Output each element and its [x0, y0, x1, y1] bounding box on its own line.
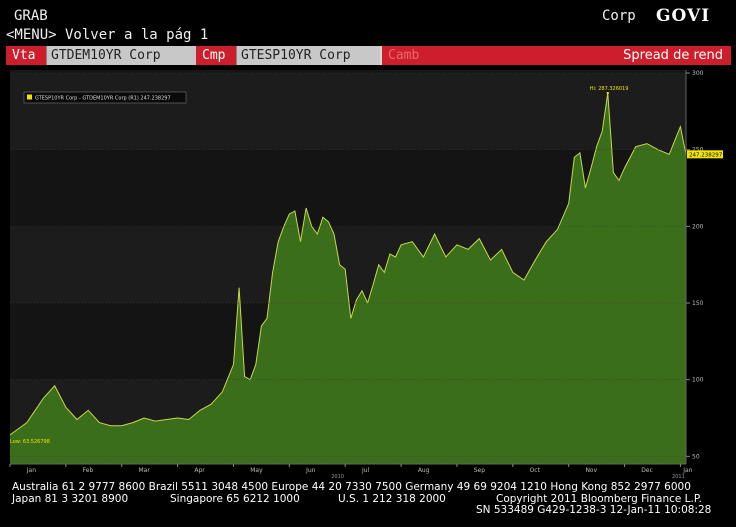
x-tick-label: Jan	[26, 467, 36, 474]
vta-security-field[interactable]: GTDEM10YR Corp	[46, 46, 196, 65]
footer-line-1: Australia 61 2 9777 8600 Brazil 5511 304…	[12, 481, 691, 493]
function-code: GOVI	[656, 6, 711, 26]
footer-contacts: Australia 61 2 9777 8600 Brazil 5511 304…	[0, 481, 736, 527]
x-tick-label: Jan	[682, 467, 692, 474]
cmp-button[interactable]: Cmp	[196, 46, 236, 65]
x-tick-label: Feb	[83, 467, 94, 474]
x-tick-label: Nov	[585, 467, 597, 474]
x-tick-label: Mar	[138, 467, 150, 474]
y-tick-label: 300	[692, 70, 704, 77]
plot-band	[10, 73, 686, 150]
x-tick-label: Aug	[418, 467, 430, 474]
footer-us: U.S. 1 212 318 2000	[338, 493, 446, 505]
y-tick-label: 200	[692, 223, 704, 230]
hi-marker	[606, 91, 609, 94]
legend-swatch	[27, 94, 32, 100]
footer-singapore: Singapore 65 6212 1000	[170, 493, 300, 505]
y-tick-label: 100	[692, 377, 704, 384]
market-sector-label: Corp	[602, 8, 636, 24]
y-tick-label: 150	[692, 300, 704, 307]
x-tick-label: Dec	[641, 467, 653, 474]
x-axis: Jan Feb Mar Apr May Jun Jul Aug Sep Oct Nov Dec Jan2…	[9, 463, 693, 480]
spread-chart: 50100150200250300 Jan Feb Mar Apr May Jun Jul A…	[9, 70, 723, 480]
footer-japan: Japan 81 3 3201 8900	[12, 493, 129, 505]
y-tick-label: 50	[692, 453, 700, 460]
vta-button[interactable]: Vta	[6, 46, 46, 65]
spread-button[interactable]: Spread de rend	[442, 46, 731, 65]
footer-sn: SN 533489 G429-1238-3 12-Jan-11 10:08:28	[476, 504, 712, 516]
terminal-header: GRAB <MENU> Volver a la pág 1 Corp GOVI	[0, 0, 736, 46]
last-value-label: 247.238297	[689, 152, 723, 158]
legend-label: GTESP10YR Corp - GTDEM10YR Corp (R1) 247…	[35, 96, 171, 102]
function-toolbar: Vta GTDEM10YR Corp Cmp GTESP10YR Corp Ca…	[6, 46, 731, 65]
x-tick-label: Oct	[530, 467, 541, 474]
x-year-label-end: 2011	[672, 474, 685, 480]
x-tick-label: Apr	[194, 467, 205, 474]
x-tick-label: May	[250, 467, 263, 474]
x-tick-label: Sep	[474, 467, 486, 474]
x-tick-label: Jul	[361, 467, 370, 474]
x-year-label: 2010	[331, 474, 344, 480]
y-axis: 50100150200250300	[685, 70, 704, 464]
x-tick-label: Jun	[305, 467, 316, 474]
low-label: Low: 63.526798	[10, 439, 50, 445]
menu-back-link[interactable]: <MENU> Volver a la pág 1	[6, 27, 208, 43]
cmp-security-field[interactable]: GTESP10YR Corp	[236, 46, 380, 65]
camb-button[interactable]: Camb	[382, 46, 442, 65]
grab-label[interactable]: GRAB	[14, 8, 48, 24]
hi-label: Hi: 287.326019	[590, 86, 629, 92]
